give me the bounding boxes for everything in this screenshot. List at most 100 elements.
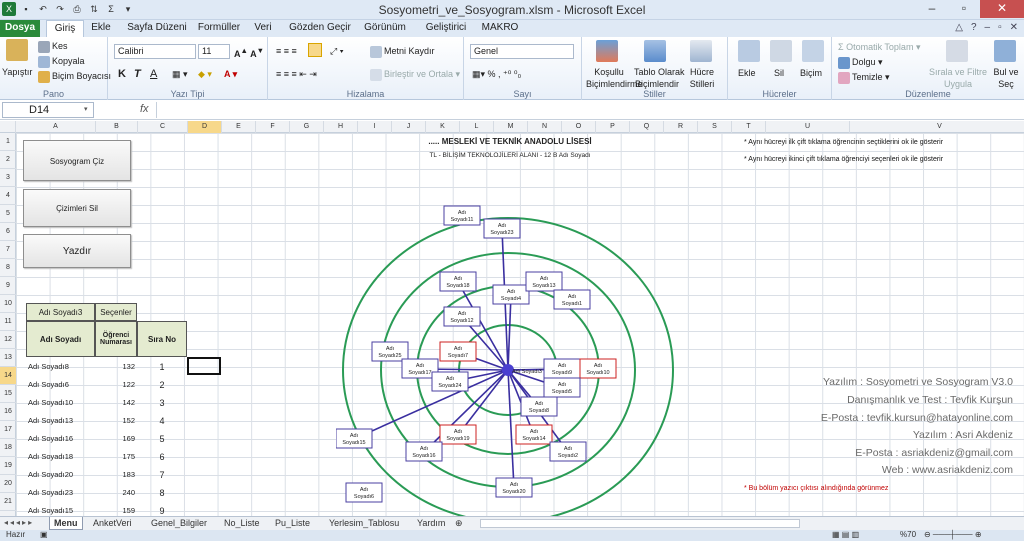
- minimize-button[interactable]: –: [916, 0, 948, 18]
- table-cell-order[interactable]: 3: [139, 398, 185, 408]
- number-buttons[interactable]: ▦▾ % , ⁺⁰ ⁰₀: [472, 68, 521, 80]
- tab-dosya[interactable]: Dosya: [0, 20, 40, 37]
- table-cell-order[interactable]: 8: [139, 488, 185, 498]
- tab-sayfa-duzeni[interactable]: Sayfa Düzeni: [122, 20, 192, 37]
- insert-sheet-icon[interactable]: ⊕: [455, 517, 463, 530]
- table-cell-number[interactable]: 169: [97, 434, 135, 443]
- help-icon[interactable]: ?: [971, 22, 977, 33]
- clear-drawings-button[interactable]: Çizimleri Sil: [23, 189, 131, 227]
- zoom-slider[interactable]: ⊖ ───┼─── ⊕: [924, 530, 982, 539]
- choosers-label-cell[interactable]: Seçenler: [95, 303, 137, 321]
- workbook-close-icon[interactable]: ✕: [1010, 22, 1018, 33]
- table-cell-number[interactable]: 132: [97, 362, 135, 371]
- align-left-buttons[interactable]: ≡ ≡ ≡ ⇤ ⇥: [276, 68, 317, 80]
- insert-cells-button[interactable]: Ekle: [738, 67, 756, 79]
- row-header-12[interactable]: 12: [0, 331, 16, 349]
- horizontal-scrollbar[interactable]: [480, 519, 800, 528]
- table-cell-name[interactable]: Adı Soyadı23: [28, 488, 89, 497]
- find-select-button[interactable]: Bul ve Seç: [992, 66, 1020, 90]
- bold-button[interactable]: K: [118, 68, 126, 80]
- column-header-b[interactable]: B: [96, 121, 138, 133]
- close-button[interactable]: ✕: [980, 0, 1024, 18]
- borders-button[interactable]: ▦ ▾: [172, 68, 188, 80]
- ribbon-minimize-icon[interactable]: △: [955, 22, 963, 33]
- column-header-v[interactable]: V: [850, 121, 1024, 133]
- paste-button[interactable]: Yapıştır: [2, 66, 32, 78]
- table-cell-name[interactable]: Adı Soyadı18: [28, 452, 89, 461]
- row-header-1[interactable]: 1: [0, 133, 16, 151]
- table-cell-number[interactable]: 142: [97, 398, 135, 407]
- row-header-5[interactable]: 5: [0, 205, 16, 223]
- row-header-11[interactable]: 11: [0, 313, 16, 331]
- column-header-g[interactable]: G: [290, 121, 324, 133]
- table-cell-order[interactable]: 7: [139, 470, 185, 480]
- row-header-7[interactable]: 7: [0, 241, 16, 259]
- select-all-corner[interactable]: [0, 121, 16, 133]
- column-header-r[interactable]: R: [664, 121, 698, 133]
- column-header-k[interactable]: K: [426, 121, 460, 133]
- sheet-tab-yerlesim-tablosu[interactable]: Yerlesim_Tablosu: [329, 517, 399, 530]
- column-header-n[interactable]: N: [528, 121, 562, 133]
- draw-sociogram-button[interactable]: Sosyogram Çiz: [23, 140, 131, 181]
- row-header-3[interactable]: 3: [0, 169, 16, 187]
- tab-formuller[interactable]: Formüller: [196, 20, 242, 37]
- column-header-o[interactable]: O: [562, 121, 596, 133]
- italic-button[interactable]: T: [134, 68, 141, 80]
- sheet-tab-anketveri[interactable]: AnketVeri: [93, 517, 132, 530]
- column-header-u[interactable]: U: [766, 121, 850, 133]
- clear-button[interactable]: Temizle ▾: [838, 71, 890, 84]
- tab-ekle[interactable]: Ekle: [86, 20, 116, 37]
- font-color-button[interactable]: A ▾: [224, 68, 237, 80]
- view-buttons[interactable]: ▦ ▤ ▥: [832, 530, 859, 539]
- table-cell-order[interactable]: 4: [139, 416, 185, 426]
- number-format-dropdown[interactable]: Genel: [470, 44, 574, 59]
- row-header-17[interactable]: 17: [0, 421, 16, 439]
- column-header-a[interactable]: A: [16, 121, 96, 133]
- sheet-tab-genel-bilgiler[interactable]: Genel_Bilgiler: [151, 517, 207, 530]
- cell-styles-button[interactable]: Hücre Stilleri: [682, 66, 722, 90]
- row-header-21[interactable]: 21: [0, 493, 16, 511]
- wrap-text-button[interactable]: Metni Kaydır: [370, 45, 435, 58]
- table-cell-order[interactable]: 6: [139, 452, 185, 462]
- fill-color-button[interactable]: ◆ ▾: [198, 68, 212, 80]
- font-name-dropdown[interactable]: Calibri: [114, 44, 196, 59]
- macro-record-icon[interactable]: ▣: [40, 530, 48, 539]
- table-cell-number[interactable]: 175: [97, 452, 135, 461]
- worksheet-grid[interactable]: Sosyogram Çiz Çizimleri Sil Yazdır Adı S…: [16, 133, 1024, 516]
- column-header-t[interactable]: T: [732, 121, 766, 133]
- row-header-13[interactable]: 13: [0, 349, 16, 367]
- table-cell-number[interactable]: 183: [97, 470, 135, 479]
- active-cell-d14[interactable]: [187, 357, 221, 375]
- table-cell-name[interactable]: Adı Soyadı15: [28, 506, 89, 515]
- formula-input[interactable]: [156, 102, 1022, 118]
- table-cell-number[interactable]: 122: [97, 380, 135, 389]
- column-header-e[interactable]: E: [222, 121, 256, 133]
- row-header-14[interactable]: 14: [0, 367, 16, 385]
- table-cell-number[interactable]: 152: [97, 416, 135, 425]
- column-header-q[interactable]: Q: [630, 121, 664, 133]
- name-box-dropdown-icon[interactable]: ▾: [84, 105, 88, 113]
- table-cell-order[interactable]: 1: [139, 362, 185, 372]
- row-header-6[interactable]: 6: [0, 223, 16, 241]
- selected-student-cell[interactable]: Adı Soyadı3: [26, 303, 95, 321]
- maximize-button[interactable]: ▫: [948, 0, 980, 18]
- column-header-j[interactable]: J: [392, 121, 426, 133]
- print-button[interactable]: Yazdır: [23, 234, 131, 268]
- column-header-p[interactable]: P: [596, 121, 630, 133]
- underline-button[interactable]: A: [150, 68, 157, 80]
- column-header-s[interactable]: S: [698, 121, 732, 133]
- autosum-button[interactable]: Σ Otomatik Toplam ▾: [838, 41, 920, 53]
- font-size-dropdown[interactable]: 11: [198, 44, 230, 59]
- tab-giris[interactable]: Giriş: [46, 20, 84, 37]
- zoom-level[interactable]: %70: [900, 530, 916, 539]
- tab-gozden-gecir[interactable]: Gözden Geçir: [288, 20, 352, 37]
- table-cell-order[interactable]: 9: [139, 506, 185, 516]
- table-cell-order[interactable]: 5: [139, 434, 185, 444]
- merge-center-button[interactable]: Birleştir ve Ortala ▾: [370, 68, 460, 81]
- row-header-9[interactable]: 9: [0, 277, 16, 295]
- fill-button[interactable]: Dolgu ▾: [838, 56, 883, 69]
- workbook-restore-icon[interactable]: ▫: [998, 22, 1002, 33]
- grow-font-button[interactable]: A▲ A▼: [234, 45, 264, 60]
- name-box[interactable]: D14: [2, 102, 94, 118]
- row-header-20[interactable]: 20: [0, 475, 16, 493]
